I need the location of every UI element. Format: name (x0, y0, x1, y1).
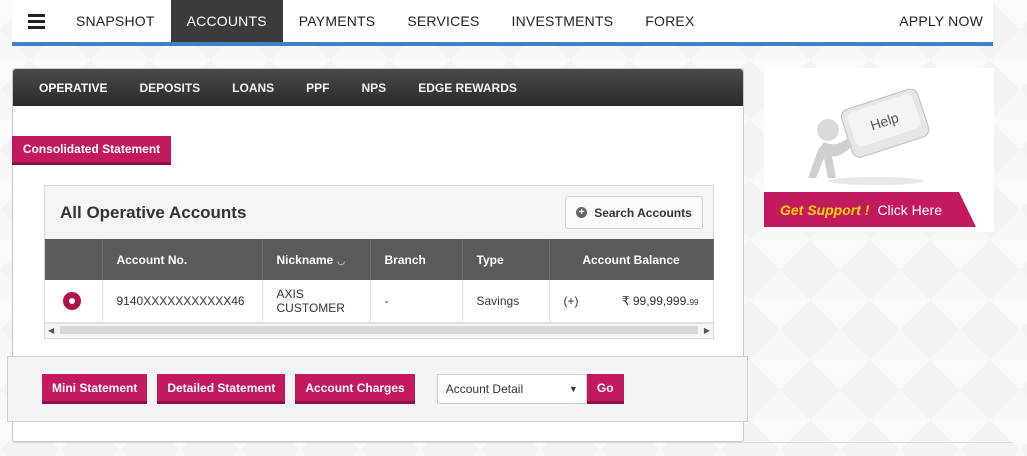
balance-cell: (+) ₹ 99,99,999.99 (549, 280, 714, 323)
accounts-table: Account No. Nickname ◡ Branch Type Accoun… (45, 239, 714, 323)
nav-payments[interactable]: PAYMENTS (283, 0, 392, 42)
column-header-nickname[interactable]: Nickname ◡ (262, 239, 371, 280)
balance-main: ₹ 99,99,999. (621, 293, 690, 308)
select-column-header (45, 239, 103, 280)
account-number-cell: 9140XXXXXXXXXXX46 (102, 280, 263, 323)
search-accounts-button[interactable]: + Search Accounts (565, 196, 703, 229)
horizontal-scrollbar[interactable]: ◀ ▶ (45, 322, 713, 337)
scroll-left-icon[interactable]: ◀ (48, 326, 54, 335)
nav-underline (12, 42, 993, 46)
operative-accounts-box: All Operative Accounts + Search Accounts… (44, 185, 714, 339)
row-select-cell (45, 280, 103, 323)
column-header-account-balance: Account Balance (549, 239, 714, 280)
nav-snapshot[interactable]: SNAPSHOT (60, 0, 171, 42)
tab-ppf[interactable]: PPF (290, 69, 345, 106)
account-action-select[interactable]: Account Detail ▼ (436, 374, 587, 404)
column-header-branch: Branch (370, 239, 463, 280)
tab-operative[interactable]: OPERATIVE (23, 69, 123, 106)
balance-amount: ₹ 99,99,999.99 (622, 294, 699, 308)
scroll-right-icon[interactable]: ▶ (704, 326, 710, 335)
balance-sign: (+) (563, 293, 579, 308)
plus-circle-icon: + (576, 207, 588, 218)
type-cell: Savings (462, 280, 550, 323)
search-accounts-label: Search Accounts (594, 205, 692, 220)
account-subtabs: OPERATIVE DEPOSITS LOANS PPF NPS EDGE RE… (13, 69, 743, 106)
top-navigation: SNAPSHOT ACCOUNTS PAYMENTS SERVICES INVE… (12, 0, 993, 42)
nav-services[interactable]: SERVICES (391, 0, 495, 42)
branch-cell: - (370, 280, 463, 323)
sort-icon[interactable]: ◡ (337, 256, 345, 266)
nickname-header-label: Nickname (276, 252, 334, 267)
account-actions-bar: Mini Statement Detailed Statement Accoun… (7, 356, 748, 422)
click-here-link[interactable]: Click Here (877, 202, 942, 218)
scrollbar-track[interactable] (60, 326, 698, 334)
column-header-account-no: Account No. (102, 239, 263, 280)
nickname-cell: AXIS CUSTOMER (262, 280, 371, 323)
get-support-text: Get Support ! (780, 201, 870, 218)
go-button[interactable]: Go (586, 374, 624, 404)
nav-investments[interactable]: INVESTMENTS (496, 0, 630, 42)
balance-decimal: 99 (689, 297, 699, 307)
select-value: Account Detail (445, 382, 524, 396)
help-support-ad: Help Get Support ! Click Here (764, 68, 994, 232)
get-support-banner[interactable]: Get Support ! Click Here (764, 192, 976, 227)
chevron-down-icon: ▼ (568, 384, 578, 394)
mini-statement-button[interactable]: Mini Statement (42, 374, 148, 404)
column-header-type: Type (462, 239, 550, 280)
tab-loans[interactable]: LOANS (216, 69, 290, 106)
tab-edge-rewards[interactable]: EDGE REWARDS (402, 69, 533, 106)
table-row: 9140XXXXXXXXXXX46 AXIS CUSTOMER - Saving… (45, 280, 714, 323)
divider (12, 442, 1012, 443)
nav-forex[interactable]: FOREX (629, 0, 710, 42)
account-charges-button[interactable]: Account Charges (295, 374, 415, 404)
apply-now-link[interactable]: APPLY NOW (883, 0, 993, 42)
consolidated-statement-button[interactable]: Consolidated Statement (12, 136, 171, 165)
accounts-title: All Operative Accounts (60, 202, 247, 222)
accounts-header: All Operative Accounts + Search Accounts (45, 186, 713, 239)
help-key-figure-icon: Help (808, 88, 930, 185)
tab-nps[interactable]: NPS (346, 69, 403, 106)
nav-accounts[interactable]: ACCOUNTS (170, 0, 283, 42)
detailed-statement-button[interactable]: Detailed Statement (157, 374, 286, 404)
hamburger-menu-icon[interactable] (12, 0, 60, 42)
account-radio-button[interactable] (63, 291, 81, 310)
tab-deposits[interactable]: DEPOSITS (123, 69, 216, 106)
